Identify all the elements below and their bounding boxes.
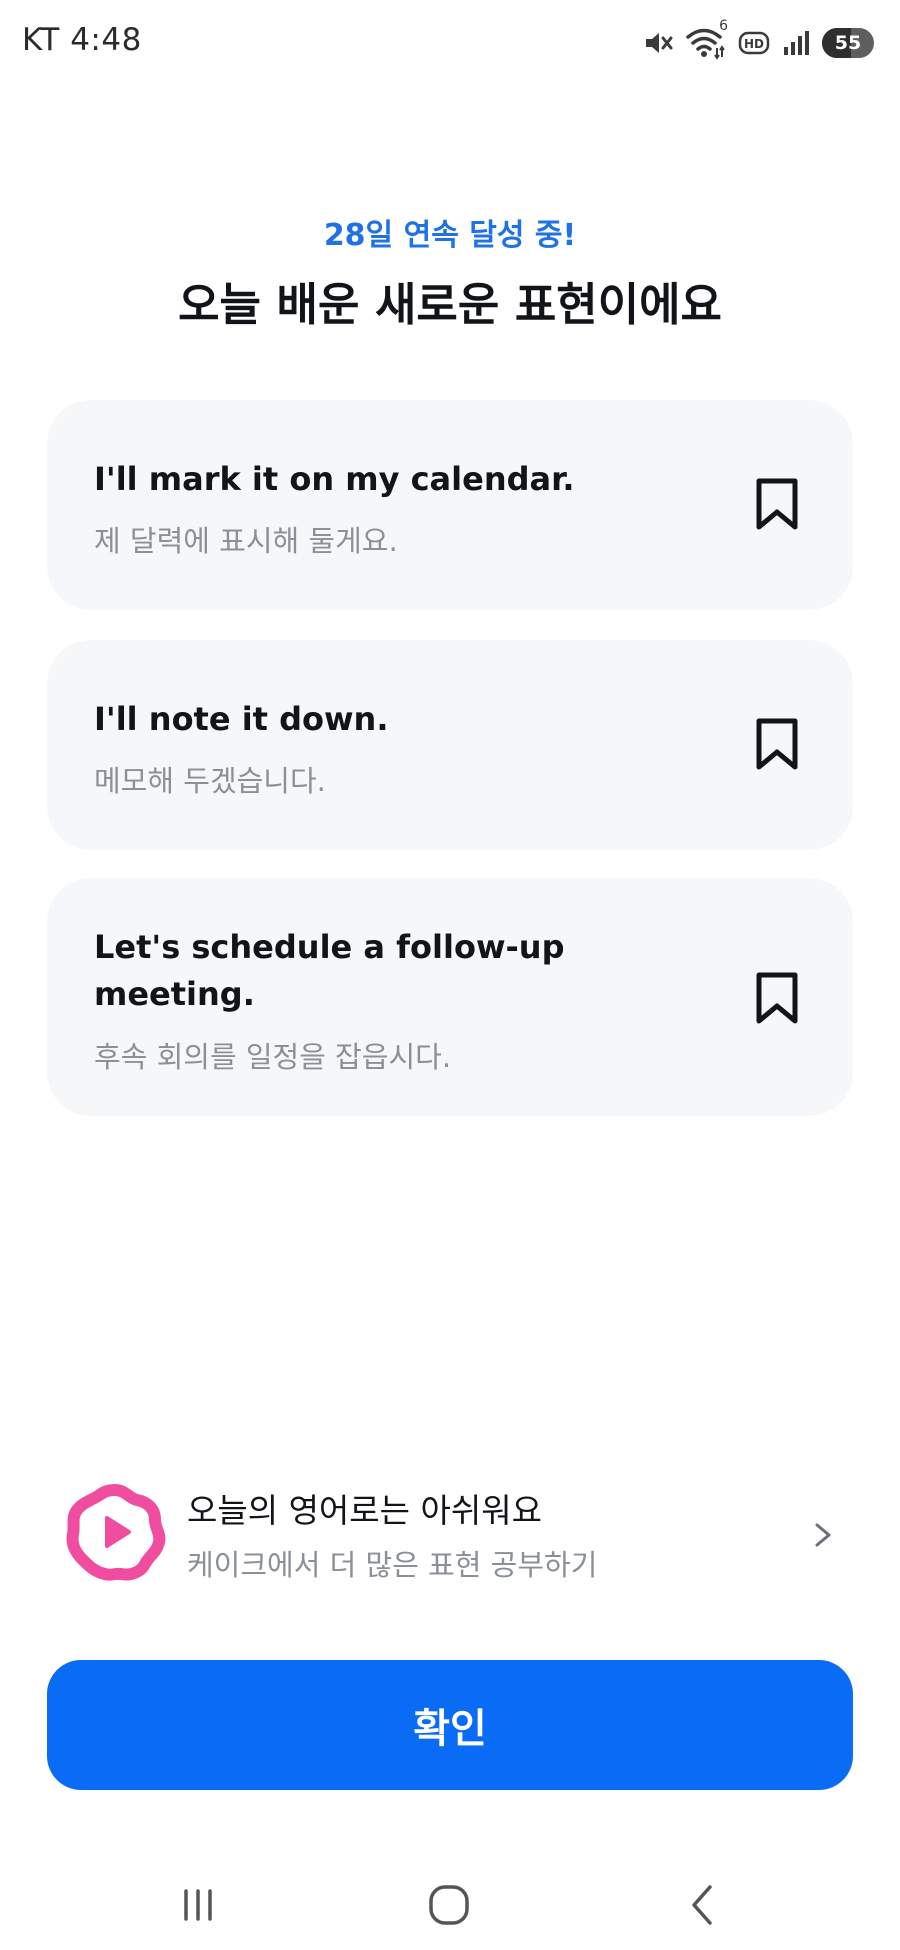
system-nav-bar [0, 1855, 900, 1950]
cake-logo-icon [63, 1480, 167, 1584]
recent-apps-button[interactable] [168, 1875, 228, 1935]
bookmark-icon[interactable] [753, 476, 801, 532]
svg-text:HD: HD [744, 37, 764, 51]
streak-label: 28일 연속 달성 중! [323, 218, 577, 253]
page-title: 오늘 배운 새로운 표현이에요 [178, 278, 722, 331]
wifi-badge: 6 [719, 18, 728, 34]
bookmark-icon[interactable] [753, 716, 801, 772]
promo-title: 오늘의 영어로는 아쉬워요 [187, 1491, 542, 1530]
mute-icon [642, 27, 674, 59]
status-bar: KT 4:48 6 HD 55 [0, 0, 900, 84]
carrier-time: KT 4:48 [22, 22, 142, 58]
chevron-right-icon[interactable] [811, 1515, 835, 1555]
expression-korean: 메모해 두겠습니다. [94, 764, 326, 798]
battery-level: 55 [834, 32, 862, 54]
expression-english: I'll mark it on my calendar. [94, 460, 575, 498]
hd-icon: HD [738, 29, 770, 57]
bookmark-icon[interactable] [753, 970, 801, 1026]
expression-card[interactable]: I'll mark it on my calendar. 제 달력에 표시해 둘… [47, 400, 853, 610]
cake-promo-banner[interactable]: 오늘의 영어로는 아쉬워요 케이크에서 더 많은 표현 공부하기 [47, 1470, 853, 1600]
expression-card[interactable]: I'll note it down. 메모해 두겠습니다. [47, 640, 853, 850]
home-button[interactable] [419, 1875, 479, 1935]
expression-english: I'll note it down. [94, 700, 389, 738]
expression-korean: 제 달력에 표시해 둘게요. [94, 524, 398, 558]
promo-subtitle: 케이크에서 더 많은 표현 공부하기 [187, 1548, 598, 1582]
expression-card[interactable]: Let's schedule a follow-up meeting. 후속 회… [47, 878, 853, 1116]
battery-icon: 55 [822, 28, 874, 58]
confirm-button[interactable]: 확인 [47, 1660, 853, 1790]
wifi-icon: 6 [686, 18, 728, 60]
expression-korean: 후속 회의를 일정을 잡읍시다. [94, 1040, 452, 1074]
status-icons: 6 HD 55 [642, 18, 874, 62]
expression-english: Let's schedule a follow-up meeting. [94, 928, 565, 1013]
signal-icon [782, 29, 810, 57]
back-button[interactable] [672, 1875, 732, 1935]
